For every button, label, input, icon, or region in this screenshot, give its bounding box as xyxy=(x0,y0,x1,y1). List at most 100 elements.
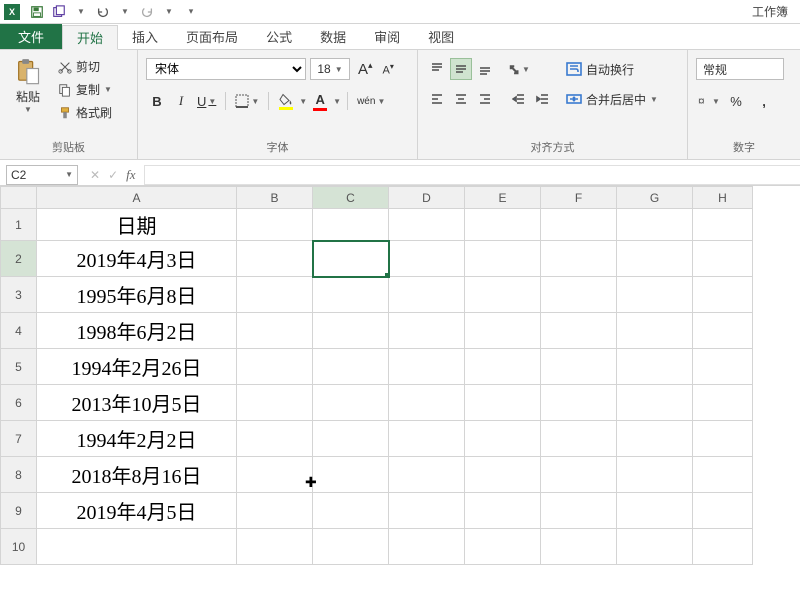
cell-G8[interactable] xyxy=(617,457,693,493)
increase-indent-button[interactable] xyxy=(532,88,554,110)
cell-H3[interactable] xyxy=(693,277,753,313)
font-color-button[interactable]: A xyxy=(309,90,331,112)
cell-F1[interactable] xyxy=(541,209,617,241)
cell-B1[interactable] xyxy=(237,209,313,241)
cell-F9[interactable] xyxy=(541,493,617,529)
cell-D7[interactable] xyxy=(389,421,465,457)
cell-A9[interactable]: 2019年4月5日 xyxy=(37,493,237,529)
cell-B8[interactable] xyxy=(237,457,313,493)
cell-B3[interactable] xyxy=(237,277,313,313)
cell-A1[interactable]: 日期 xyxy=(37,209,237,241)
chevron-down-icon[interactable]: ▼ xyxy=(115,2,135,22)
cell-D3[interactable] xyxy=(389,277,465,313)
column-header-D[interactable]: D xyxy=(389,187,465,209)
column-header-E[interactable]: E xyxy=(465,187,541,209)
cell-A5[interactable]: 1994年2月26日 xyxy=(37,349,237,385)
align-center-button[interactable] xyxy=(450,88,472,110)
cell-A6[interactable]: 2013年10月5日 xyxy=(37,385,237,421)
cell-G10[interactable] xyxy=(617,529,693,565)
cell-D10[interactable] xyxy=(389,529,465,565)
comma-button[interactable]: , xyxy=(752,90,776,112)
cell-A8[interactable]: 2018年8月16日 xyxy=(37,457,237,493)
cell-H7[interactable] xyxy=(693,421,753,457)
chevron-down-icon[interactable]: ▼ xyxy=(71,2,91,22)
cell-D8[interactable] xyxy=(389,457,465,493)
cell-B5[interactable] xyxy=(237,349,313,385)
save-icon[interactable] xyxy=(27,2,47,22)
row-header-3[interactable]: 3 xyxy=(1,277,37,313)
cell-E7[interactable] xyxy=(465,421,541,457)
cell-G2[interactable] xyxy=(617,241,693,277)
row-header-4[interactable]: 4 xyxy=(1,313,37,349)
bold-button[interactable]: B xyxy=(146,90,168,112)
row-header-5[interactable]: 5 xyxy=(1,349,37,385)
decrease-indent-button[interactable] xyxy=(508,88,530,110)
cell-B4[interactable] xyxy=(237,313,313,349)
column-header-F[interactable]: F xyxy=(541,187,617,209)
cell-H10[interactable] xyxy=(693,529,753,565)
cell-B7[interactable] xyxy=(237,421,313,457)
tab-insert[interactable]: 插入 xyxy=(118,24,172,49)
cell-B6[interactable] xyxy=(237,385,313,421)
column-header-C[interactable]: C xyxy=(313,187,389,209)
cell-E6[interactable] xyxy=(465,385,541,421)
cell-H8[interactable] xyxy=(693,457,753,493)
merge-center-button[interactable]: 合并后居中▼ xyxy=(566,88,658,110)
cell-C5[interactable] xyxy=(313,349,389,385)
cell-F4[interactable] xyxy=(541,313,617,349)
align-bottom-button[interactable] xyxy=(474,58,496,80)
cell-C2[interactable] xyxy=(313,241,389,277)
cell-G3[interactable] xyxy=(617,277,693,313)
cell-F5[interactable] xyxy=(541,349,617,385)
cell-C4[interactable] xyxy=(313,313,389,349)
tab-data[interactable]: 数据 xyxy=(306,24,360,49)
cell-D5[interactable] xyxy=(389,349,465,385)
underline-button[interactable]: U▼ xyxy=(194,90,219,112)
cell-E3[interactable] xyxy=(465,277,541,313)
cell-G7[interactable] xyxy=(617,421,693,457)
fill-color-button[interactable] xyxy=(275,90,297,112)
cell-B9[interactable] xyxy=(237,493,313,529)
cell-C1[interactable] xyxy=(313,209,389,241)
cell-A2[interactable]: 2019年4月3日 xyxy=(37,241,237,277)
cell-F6[interactable] xyxy=(541,385,617,421)
number-format-select[interactable]: 常规 xyxy=(696,58,784,80)
font-name-select[interactable]: 宋体 xyxy=(146,58,306,80)
increase-font-button[interactable]: A▴ xyxy=(354,60,377,78)
cell-A10[interactable] xyxy=(37,529,237,565)
row-header-2[interactable]: 2 xyxy=(1,241,37,277)
cell-B10[interactable] xyxy=(237,529,313,565)
name-box[interactable]: C2▼ xyxy=(6,165,78,185)
cell-G5[interactable] xyxy=(617,349,693,385)
cell-D1[interactable] xyxy=(389,209,465,241)
column-header-H[interactable]: H xyxy=(693,187,753,209)
cell-C6[interactable] xyxy=(313,385,389,421)
cell-E5[interactable] xyxy=(465,349,541,385)
cell-C7[interactable] xyxy=(313,421,389,457)
enter-icon[interactable]: ✓ xyxy=(108,168,118,182)
cell-H5[interactable] xyxy=(693,349,753,385)
file-tab[interactable]: 文件 xyxy=(0,24,62,49)
cell-E10[interactable] xyxy=(465,529,541,565)
row-header-6[interactable]: 6 xyxy=(1,385,37,421)
cell-D6[interactable] xyxy=(389,385,465,421)
formula-input[interactable] xyxy=(144,165,800,185)
cell-E9[interactable] xyxy=(465,493,541,529)
orientation-button[interactable]: ⤡▼ xyxy=(508,58,530,80)
cell-A3[interactable]: 1995年6月8日 xyxy=(37,277,237,313)
cut-button[interactable]: 剪切 xyxy=(58,58,112,75)
paste-button[interactable]: 粘贴 ▼ xyxy=(6,54,50,114)
cell-H2[interactable] xyxy=(693,241,753,277)
cell-C9[interactable] xyxy=(313,493,389,529)
border-button[interactable]: ▼ xyxy=(232,90,262,112)
cell-G4[interactable] xyxy=(617,313,693,349)
cell-C3[interactable] xyxy=(313,277,389,313)
tab-home[interactable]: 开始 xyxy=(62,25,118,50)
tab-view[interactable]: 视图 xyxy=(414,24,468,49)
cell-D4[interactable] xyxy=(389,313,465,349)
tab-formulas[interactable]: 公式 xyxy=(252,24,306,49)
italic-button[interactable]: I xyxy=(170,90,192,112)
align-top-button[interactable] xyxy=(426,58,448,80)
cell-F3[interactable] xyxy=(541,277,617,313)
cell-H9[interactable] xyxy=(693,493,753,529)
